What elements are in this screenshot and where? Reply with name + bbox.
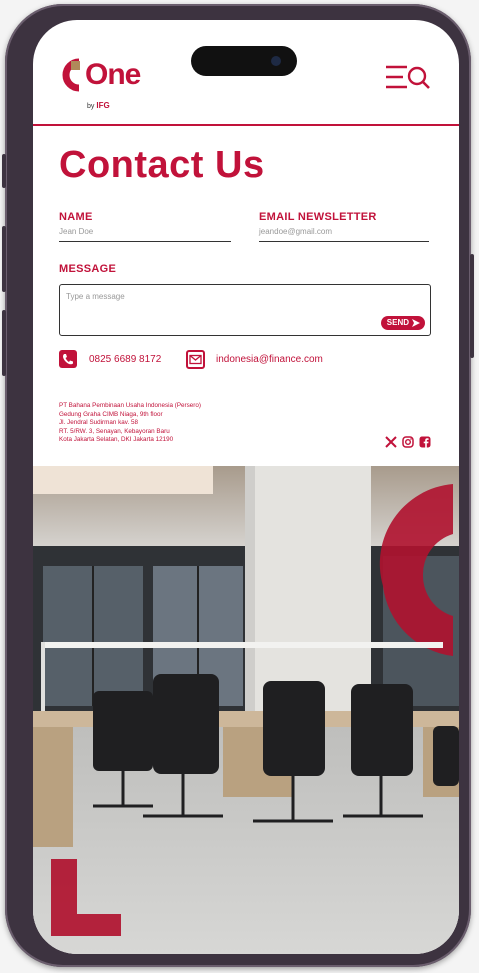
office-photo [33,466,459,954]
dynamic-island [191,46,297,76]
send-button[interactable]: SEND [380,316,425,330]
instagram-icon[interactable] [402,436,414,448]
page-title: Contact Us [59,144,265,186]
address-line: RT. 5/RW. 3, Senayan, Kebayoran Baru [59,427,170,435]
logo-text: One [85,58,141,91]
message-label: MESSAGE [59,263,117,275]
message-placeholder: Type a message [66,292,125,301]
phone-button [2,310,6,376]
phone-button [2,154,6,188]
address-line: Gedung Graha CIMB Niaga, 9th floor [59,410,163,418]
facebook-icon[interactable] [419,436,431,448]
camera-icon [271,56,281,66]
phone-screen: One by IFG Contact Us NAME Jean Doe EMAI… [33,20,459,954]
phone-button [2,226,6,292]
logo-subtitle: by IFG [87,101,110,110]
mail-icon [186,350,205,369]
contact-row: 0825 6689 8172 indonesia@finance.com [59,350,439,372]
send-label: SEND [386,318,409,327]
name-label: NAME [59,211,93,223]
address-line: Kota Jakarta Selatan, DKI Jakarta 12190 [59,436,174,444]
phone-number[interactable]: 0825 6689 8172 [89,354,161,365]
send-arrow-icon [412,319,420,327]
name-input[interactable]: Jean Doe [59,225,231,242]
phone-frame: One by IFG Contact Us NAME Jean Doe EMAI… [2,4,474,967]
email-address[interactable]: indonesia@finance.com [216,354,323,365]
email-input[interactable]: jeandoe@gmail.com [259,225,429,242]
phone-button [470,254,474,358]
menu-search-icon[interactable] [385,64,431,90]
address-line: Jl. Jendral Sudirman kav. 58 [59,419,138,427]
message-textarea[interactable]: Type a message SEND [59,284,431,336]
x-icon[interactable] [385,436,397,448]
company-address: PT Bahana Pembinaan Usaha Indonesia (Per… [59,402,279,445]
email-label: EMAIL NEWSLETTER [259,211,377,223]
phone-icon [59,350,77,368]
address-line: PT Bahana Pembinaan Usaha Indonesia (Per… [59,402,201,409]
header-divider [33,124,459,126]
social-links [385,436,433,450]
